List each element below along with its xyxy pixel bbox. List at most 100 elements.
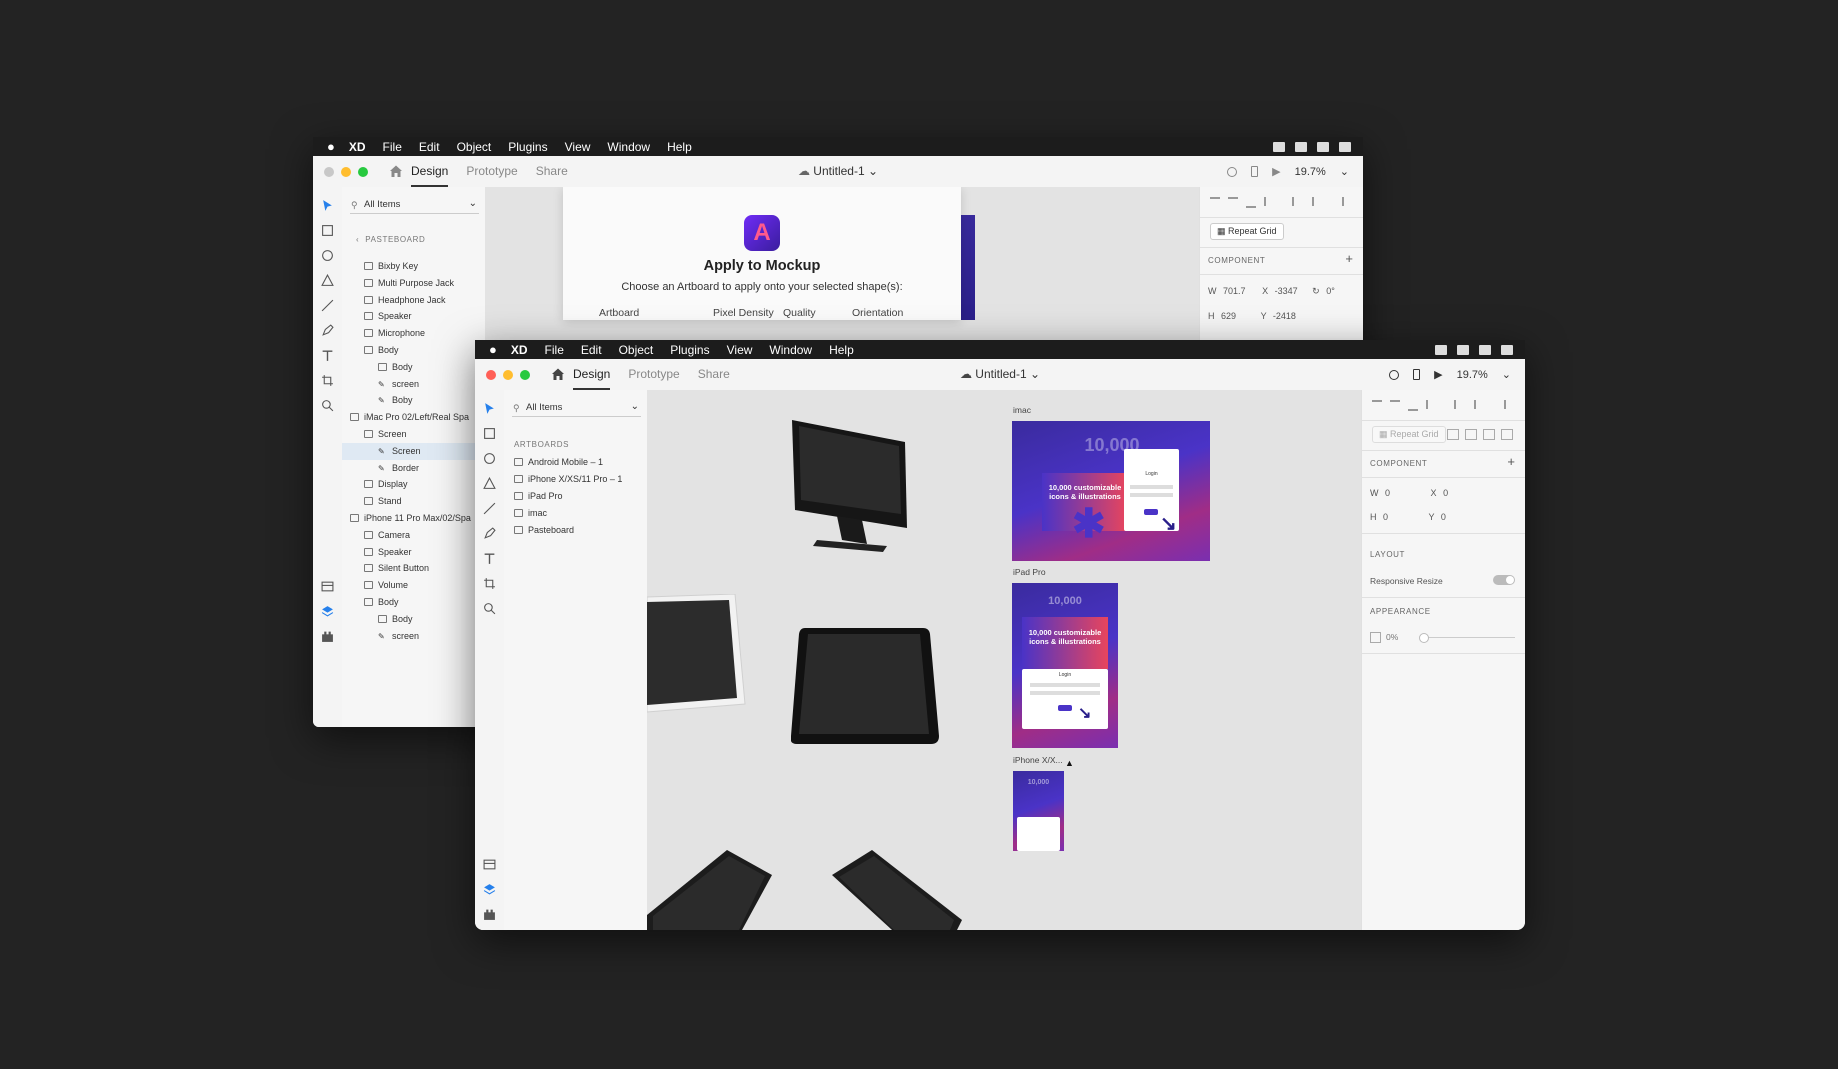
align-top-icon[interactable] <box>1372 400 1382 411</box>
tab-prototype[interactable]: Prototype <box>466 156 517 187</box>
select-tool-icon[interactable] <box>321 199 334 212</box>
layer-row[interactable]: Screen <box>342 426 485 443</box>
artboard-label-iphone[interactable]: iPhone X/X... <box>1013 755 1063 765</box>
menu-edit[interactable]: Edit <box>419 140 440 154</box>
repeat-grid-button[interactable]: ▦ Repeat Grid <box>1372 426 1446 443</box>
artboard-ipad[interactable]: 10,000 10,000 customizable icons & illus… <box>1012 583 1118 748</box>
x-value[interactable]: 0 <box>1443 488 1448 498</box>
layer-row[interactable]: iMac Pro 02/Left/Real Spa <box>342 409 485 426</box>
opacity-slider-handle[interactable] <box>1419 633 1429 643</box>
layer-row[interactable]: Stand <box>342 493 485 510</box>
exclude-icon[interactable] <box>1501 429 1513 440</box>
line-tool-icon[interactable] <box>483 502 496 515</box>
zoom-tool-icon[interactable] <box>483 602 496 615</box>
user-icon[interactable] <box>1227 166 1238 177</box>
layer-row[interactable]: ✎ Screen <box>342 442 485 460</box>
text-tool-icon[interactable] <box>483 552 496 565</box>
layers-search[interactable]: ⚲ All Items ⌄ <box>512 400 641 417</box>
align-center-icon[interactable] <box>1312 197 1324 206</box>
width-value[interactable]: 0 <box>1385 488 1390 498</box>
opacity-value[interactable]: 0% <box>1386 632 1398 642</box>
select-tool-icon[interactable] <box>483 402 496 415</box>
device-preview-icon[interactable] <box>1413 369 1421 380</box>
menu-plugins[interactable]: Plugins <box>670 343 709 357</box>
distribute-icon[interactable] <box>1264 197 1276 206</box>
align-left-icon[interactable] <box>1292 197 1304 206</box>
rectangle-tool-icon[interactable] <box>321 224 334 237</box>
menu-view[interactable]: View <box>727 343 753 357</box>
layout-icon[interactable] <box>1273 141 1285 152</box>
artboard-row[interactable]: iPhone X/XS/11 Pro – 1 <box>504 471 647 488</box>
apple-menu-icon[interactable]: ● <box>327 139 335 154</box>
rotate-icon[interactable]: ↻ <box>1312 286 1320 296</box>
ipad-white-mockup[interactable] <box>647 594 747 716</box>
chevron-down-icon[interactable]: ⌄ <box>1340 165 1349 178</box>
layers-icon[interactable] <box>321 605 334 618</box>
artboard-label-ipad[interactable]: iPad Pro <box>1013 567 1046 577</box>
ellipse-tool-icon[interactable] <box>483 452 496 465</box>
chevron-down-icon[interactable]: ⌄ <box>1502 368 1511 381</box>
layer-row[interactable]: Multi Purpose Jack <box>342 275 485 292</box>
user-icon[interactable] <box>1389 369 1400 380</box>
layer-row[interactable]: ✎ Border <box>342 460 485 477</box>
layer-row[interactable]: ✎ screen <box>342 376 485 393</box>
dropbox-icon[interactable] <box>1457 344 1469 355</box>
window-icon[interactable] <box>1317 141 1329 152</box>
layer-row[interactable]: Microphone <box>342 325 485 342</box>
width-value[interactable]: 701.7 <box>1223 286 1246 296</box>
zoom-tool-icon[interactable] <box>321 399 334 412</box>
subtract-icon[interactable] <box>1465 429 1477 440</box>
repeat-grid-button[interactable]: ▦ Repeat Grid <box>1210 223 1284 240</box>
opacity-slider[interactable] <box>1419 633 1515 643</box>
layer-row[interactable]: Headphone Jack <box>342 292 485 309</box>
zoom-level[interactable]: 19.7% <box>1457 369 1488 381</box>
play-icon[interactable]: ▶ <box>1434 368 1442 381</box>
artboard-tool-icon[interactable] <box>321 374 334 387</box>
layer-row[interactable]: Body <box>342 359 485 376</box>
zoom-level[interactable]: 19.7% <box>1295 166 1326 178</box>
iphone-left-mockup[interactable] <box>647 850 772 930</box>
menu-app[interactable]: XD <box>349 140 366 154</box>
ellipse-tool-icon[interactable] <box>321 249 334 262</box>
menu-file[interactable]: File <box>545 343 564 357</box>
artboard-row[interactable]: Android Mobile – 1 <box>504 454 647 471</box>
polygon-tool-icon[interactable] <box>321 274 334 287</box>
rotation-value[interactable]: 0° <box>1326 286 1335 296</box>
tab-prototype[interactable]: Prototype <box>628 359 679 390</box>
artboard-iphone[interactable]: 10,000 <box>1013 771 1064 851</box>
union-icon[interactable] <box>1447 429 1459 440</box>
tab-design[interactable]: Design <box>411 156 449 187</box>
iphone-right-mockup[interactable] <box>832 850 962 930</box>
layer-row[interactable]: Body <box>342 594 485 611</box>
layer-row[interactable]: iPhone 11 Pro Max/02/Spa <box>342 510 485 527</box>
plugins-icon[interactable] <box>483 908 496 921</box>
x-value[interactable]: -3347 <box>1275 286 1298 296</box>
layer-row[interactable]: Body <box>342 342 485 359</box>
menu-app[interactable]: XD <box>511 343 528 357</box>
menu-help[interactable]: Help <box>829 343 854 357</box>
add-component-icon[interactable]: + <box>1345 251 1353 266</box>
align-left-icon[interactable] <box>1454 400 1466 409</box>
window-icon[interactable] <box>1479 344 1491 355</box>
menu-window[interactable]: Window <box>769 343 812 357</box>
height-value[interactable]: 0 <box>1383 512 1388 522</box>
y-value[interactable]: 0 <box>1441 512 1446 522</box>
tab-share[interactable]: Share <box>536 156 568 187</box>
artboard-row[interactable]: iPad Pro <box>504 488 647 505</box>
menu-object[interactable]: Object <box>619 343 654 357</box>
list-icon[interactable] <box>1501 344 1513 355</box>
layer-row[interactable]: Speaker <box>342 308 485 325</box>
menu-view[interactable]: View <box>565 140 591 154</box>
chevron-down-icon[interactable]: ⌄ <box>631 399 639 415</box>
canvas[interactable]: imac 10,000 10,000 customizable icons & … <box>647 390 1362 930</box>
align-middle-icon[interactable] <box>1390 400 1400 411</box>
add-component-icon[interactable]: + <box>1507 454 1515 469</box>
align-right-icon[interactable] <box>1494 400 1506 409</box>
layer-row[interactable]: ✎ Boby <box>342 392 485 409</box>
distribute-icon[interactable] <box>1426 400 1438 409</box>
align-middle-icon[interactable] <box>1228 197 1238 208</box>
menu-edit[interactable]: Edit <box>581 343 602 357</box>
layers-icon[interactable] <box>483 883 496 896</box>
menu-object[interactable]: Object <box>457 140 492 154</box>
menu-window[interactable]: Window <box>607 140 650 154</box>
